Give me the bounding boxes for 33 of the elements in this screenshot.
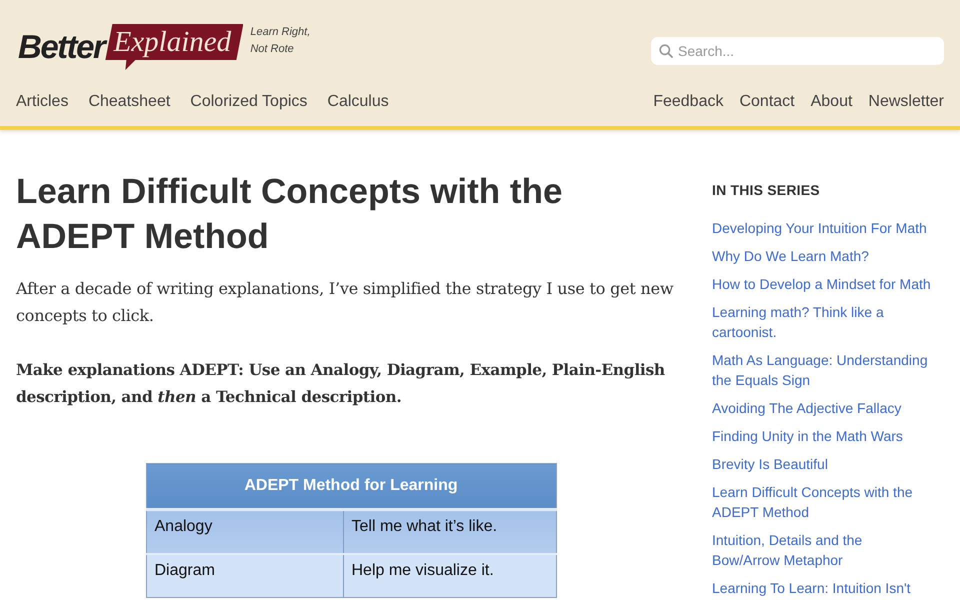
series-link[interactable]: Learning math? Think like a cartoonist.	[712, 302, 932, 342]
intro-paragraph: After a decade of writing explanations, I’ve simplified the strategy I use to get new concepts to click.	[16, 278, 674, 327]
series-link[interactable]: Brevity Is Beautiful	[712, 454, 932, 474]
series-link[interactable]: How to Develop a Mindset for Math	[712, 274, 932, 294]
logo-badge[interactable]: Explained	[105, 24, 244, 70]
series-link[interactable]: Avoiding The Adjective Fallacy	[712, 398, 932, 418]
nav-link[interactable]: Cheatsheet	[88, 90, 170, 114]
series-link[interactable]: Math As Language: Understanding the Equals Sign	[712, 350, 932, 390]
nav-link[interactable]: Contact	[739, 90, 795, 114]
nav-link[interactable]: Calculus	[327, 90, 389, 114]
series-heading: IN THIS SERIES	[712, 181, 821, 200]
search-icon	[659, 44, 673, 58]
series-link[interactable]: Learn Difficult Concepts with the ADEPT Method	[712, 482, 932, 522]
nav-link[interactable]: Feedback	[653, 90, 724, 114]
article-title: Learn Difficult Concepts with the ADEPT Method	[16, 171, 564, 258]
tagline: Learn Right, Not Rote	[250, 25, 312, 57]
logo-text[interactable]: Better	[18, 28, 104, 66]
series-link[interactable]: Intuition, Details and the Bow/Arrow Metaphor	[712, 530, 932, 570]
lead-paragraph: Make explanations ADEPT: Use an Analogy, Diagram, Example, Plain-English description, and then a Technical description.	[16, 359, 666, 408]
table-header-cell: ADEPT Method for Learning	[146, 464, 556, 510]
nav-link[interactable]: Colorized Topics	[190, 90, 308, 114]
table-cell: Diagram	[146, 554, 343, 598]
table-cell: Help me visualize it.	[343, 554, 556, 598]
nav-link[interactable]: Newsletter	[868, 90, 944, 114]
table-cell: Tell me what it’s like.	[343, 510, 556, 554]
nav-link[interactable]: Articles	[16, 90, 68, 114]
series-link[interactable]: Developing Your Intuition For Math	[712, 218, 932, 238]
nav-link[interactable]: About	[810, 90, 852, 114]
search-field[interactable]: Search...	[651, 37, 944, 65]
series-link[interactable]: Why Do We Learn Math?	[712, 246, 932, 266]
table-cell: Analogy	[146, 510, 343, 554]
series-link[interactable]: Learning To Learn: Intuition Isn't	[712, 578, 932, 598]
series-link[interactable]: Finding Unity in the Math Wars	[712, 426, 932, 446]
